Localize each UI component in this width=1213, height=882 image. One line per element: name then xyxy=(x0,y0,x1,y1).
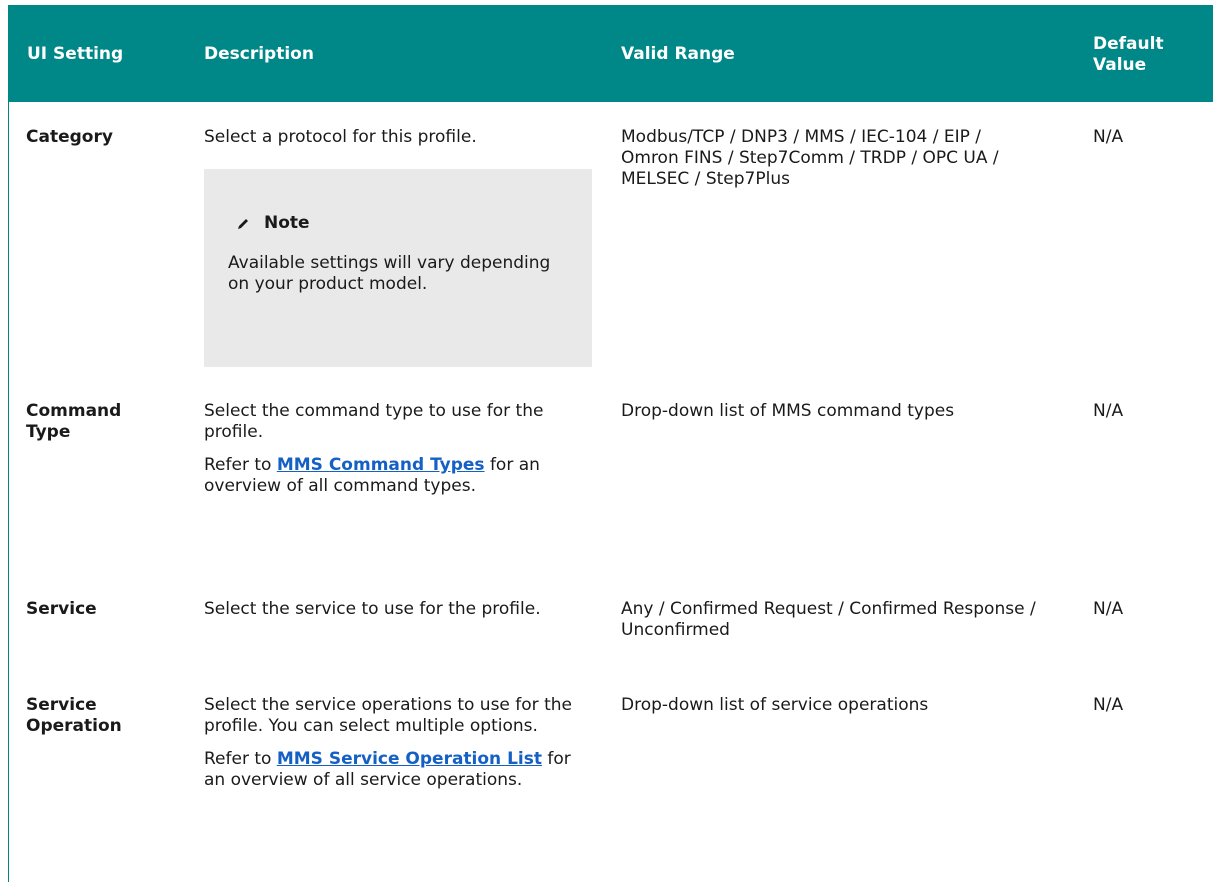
table-row-default: N/A xyxy=(1093,599,1124,619)
table-row-description: Select a protocol for this profile. xyxy=(204,127,477,147)
table-row-default: N/A xyxy=(1093,127,1124,147)
settings-table: UI Setting Description Valid Range Defau… xyxy=(8,5,1213,882)
table-row-setting: Category xyxy=(26,127,113,147)
pencil-icon xyxy=(238,219,248,229)
mms-service-operation-list-link[interactable]: MMS Service Operation List xyxy=(277,749,542,769)
header-ui-setting: UI Setting xyxy=(27,44,124,64)
header-default-value: Default Value xyxy=(1093,34,1164,75)
note-body: Available settings will vary depending o… xyxy=(228,253,551,294)
table-row-description: Select the service to use for the profil… xyxy=(204,599,541,619)
table-row-range: Drop-down list of service operations xyxy=(621,695,929,715)
table-row-default: N/A xyxy=(1093,695,1124,715)
table-row-description: Select the service operations to use for… xyxy=(204,695,572,790)
header-valid-range: Valid Range xyxy=(621,44,735,64)
table-header: UI Setting Description Valid Range Defau… xyxy=(9,5,1213,102)
table-row-default: N/A xyxy=(1093,401,1124,421)
table-row-range: Drop-down list of MMS command types xyxy=(621,401,955,421)
mms-command-types-link[interactable]: MMS Command Types xyxy=(277,455,485,475)
table-row-setting: Command Type xyxy=(26,401,122,442)
table-row-description: Select the command type to use for the p… xyxy=(204,401,544,496)
header-description: Description xyxy=(204,44,314,64)
table-row-range: Modbus/TCP / DNP3 / MMS / IEC-104 / EIP … xyxy=(621,127,999,189)
note-box: Note Available settings will vary depend… xyxy=(204,169,592,367)
table-row-setting: Service xyxy=(26,599,97,619)
note-title: Note xyxy=(264,213,310,233)
table-row-range: Any / Confirmed Request / Confirmed Resp… xyxy=(621,599,1036,640)
table-row-setting: Service Operation xyxy=(26,695,122,736)
